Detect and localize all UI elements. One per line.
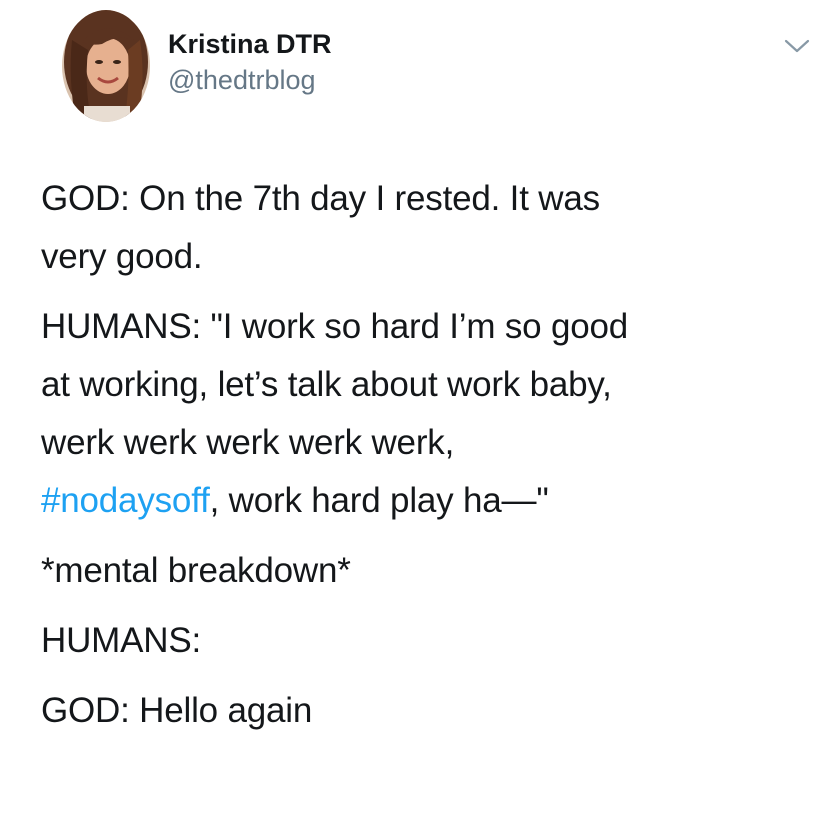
- tweet-header: Kristina DTR @thedtrblog: [62, 10, 812, 122]
- tweet-paragraph: GOD: On the 7th day I rested. It was very…: [41, 170, 821, 286]
- avatar[interactable]: [62, 10, 150, 122]
- tweet-line: werk werk werk werk werk,: [41, 423, 455, 462]
- tweet-line: GOD: On the 7th day I rested. It was: [41, 179, 600, 218]
- tweet-line: very good.: [41, 237, 203, 276]
- tweet-paragraph: HUMANS: "I work so hard I’m so good at wo…: [41, 298, 821, 530]
- tweet-line: HUMANS:: [41, 621, 201, 660]
- chevron-down-icon[interactable]: [783, 36, 811, 56]
- profile-photo-icon: [62, 10, 150, 122]
- tweet-paragraph: *mental breakdown*: [41, 542, 821, 600]
- tweet-line: GOD: Hello again: [41, 691, 313, 730]
- tweet-line: , work hard play ha—": [209, 481, 549, 520]
- author-names: Kristina DTR @thedtrblog: [168, 26, 332, 98]
- tweet-line: HUMANS: "I work so hard I’m so good: [41, 307, 629, 346]
- display-name[interactable]: Kristina DTR: [168, 26, 332, 62]
- user-handle[interactable]: @thedtrblog: [168, 62, 332, 98]
- tweet-body: GOD: On the 7th day I rested. It was very…: [41, 170, 821, 740]
- tweet-paragraph: HUMANS:: [41, 612, 821, 670]
- tweet-card: Kristina DTR @thedtrblog GOD: On the 7th…: [0, 0, 828, 838]
- tweet-line: at working, let’s talk about work baby,: [41, 365, 612, 404]
- tweet-line: *mental breakdown*: [41, 551, 351, 590]
- tweet-paragraph: GOD: Hello again: [41, 682, 821, 740]
- hashtag-link[interactable]: #nodaysoff: [41, 481, 210, 520]
